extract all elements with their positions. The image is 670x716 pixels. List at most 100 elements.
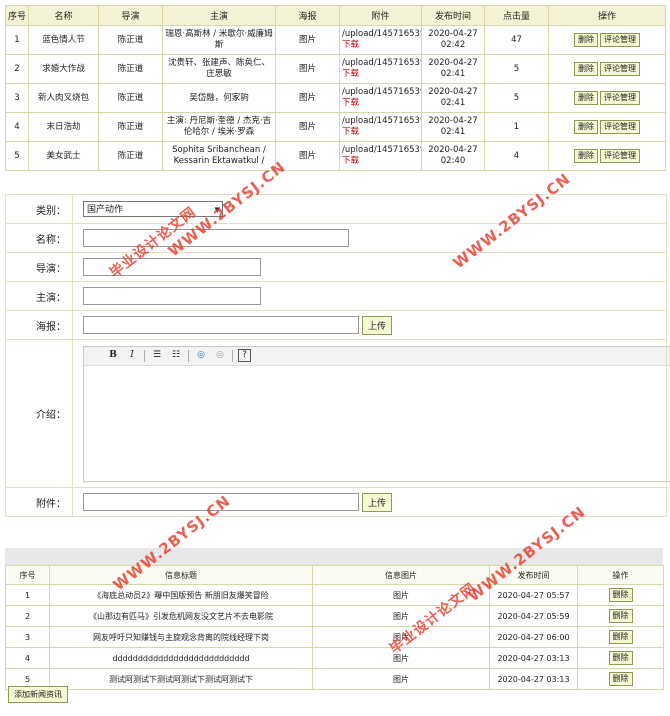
attachment-input[interactable] <box>83 493 359 511</box>
cell-id: 2 <box>5 54 29 84</box>
unordered-list-icon[interactable]: ☷ <box>169 349 183 362</box>
cell-name: 美女武士 <box>28 141 99 171</box>
cell-poster: 图片 <box>275 54 340 84</box>
delete-button[interactable]: 删除 <box>608 630 633 644</box>
comment-manage-button[interactable]: 评论管理 <box>600 33 640 47</box>
file-path: /upload/1457165393367.mp4 <box>342 29 421 39</box>
download-link[interactable]: 下载 <box>342 98 359 108</box>
add-news-button[interactable]: 添加新闻资讯 <box>8 686 68 703</box>
poster-input[interactable] <box>83 316 359 334</box>
col-header: 点击量 <box>484 5 549 26</box>
cell-cast: 瑞恩·高斯林 / 米歇尔·威廉姆斯 <box>162 25 276 55</box>
cell-id: 3 <box>5 626 50 648</box>
attachment-upload-button[interactable]: 上传 <box>362 492 393 512</box>
ordered-list-icon[interactable]: ☰ <box>150 349 164 362</box>
cell-id: 5 <box>5 141 29 171</box>
comment-manage-button[interactable]: 评论管理 <box>600 91 640 105</box>
cast-input[interactable] <box>83 287 261 305</box>
table-row: 5 美女武士 陈正道 Sophita Sribanchean / Kessari… <box>5 141 666 171</box>
col-header: 主演 <box>162 5 276 26</box>
cell-name: 末日浩劫 <box>28 112 99 142</box>
cell-id: 2 <box>5 605 50 627</box>
bold-icon[interactable]: B <box>106 349 120 362</box>
intro-editor[interactable]: B I ☰ ☷ ◎ ◎ ? <box>83 345 670 482</box>
cell-name: 蓝色情人节 <box>28 25 99 55</box>
form-row-category: 类别： 国产动作 ▼ <box>5 194 667 224</box>
cell-actions: 删除 评论管理 <box>548 25 666 55</box>
download-link[interactable]: 下载 <box>342 69 359 79</box>
cell-image: 图片 <box>312 584 490 606</box>
toolbar-divider <box>144 349 145 362</box>
italic-icon[interactable]: I <box>125 349 139 362</box>
news-table: 序号 信息标题 信息图片 发布时间 操作 1 《海底总动员2》曝中国版预告 新朋… <box>5 565 664 690</box>
link-icon[interactable]: ◎ <box>194 349 208 362</box>
delete-button[interactable]: 删除 <box>608 651 633 665</box>
download-link[interactable]: 下载 <box>342 40 359 50</box>
news-header-bar <box>5 548 663 565</box>
cell-actions: 删除 <box>577 668 664 690</box>
cell-actions: 删除 <box>577 647 664 669</box>
cell-date: 2020-04-27 06:00 <box>489 626 578 648</box>
director-input[interactable] <box>83 258 261 276</box>
col-header: 操作 <box>577 565 664 585</box>
comment-manage-button[interactable]: 评论管理 <box>600 120 640 134</box>
delete-button[interactable]: 删除 <box>574 120 598 134</box>
form-row-poster: 海报： 上传 <box>5 310 667 340</box>
cell-clicks: 47 <box>484 25 549 55</box>
cell-date: 2020-04-27 02:41 <box>421 112 485 142</box>
cell-id: 3 <box>5 83 29 113</box>
cell-image: 图片 <box>312 626 490 648</box>
comment-manage-button[interactable]: 评论管理 <box>600 62 640 76</box>
delete-button[interactable]: 删除 <box>574 91 598 105</box>
delete-button[interactable]: 删除 <box>608 609 633 623</box>
delete-button[interactable]: 删除 <box>608 672 633 686</box>
cell-date: 2020-04-27 02:41 <box>421 54 485 84</box>
table-row: 4 末日浩劫 陈正道 主演: 丹尼斯·奎德 / 杰克·吉伦哈尔 / 埃米·罗森 … <box>5 112 666 142</box>
cell-clicks: 4 <box>484 141 549 171</box>
cell-actions: 删除 评论管理 <box>548 54 666 84</box>
table-row: 5 测试阿测试下测试阿测试下测试阿测试下 图片 2020-04-27 03:13… <box>5 668 664 690</box>
cell-poster: 图片 <box>275 25 340 55</box>
form-row-cast: 主演： <box>5 281 667 311</box>
table-row: 2 《山那边有匹马》引发危机网友没文艺片不去电影院 图片 2020-04-27 … <box>5 605 664 627</box>
col-header: 名称 <box>28 5 99 26</box>
cell-clicks: 5 <box>484 54 549 84</box>
comment-manage-button[interactable]: 评论管理 <box>600 149 640 163</box>
chevron-down-icon: ▼ <box>214 206 220 214</box>
cell-date: 2020-04-27 03:13 <box>489 668 578 690</box>
cell-date: 2020-04-27 05:59 <box>489 605 578 627</box>
cell-director: 陈正道 <box>98 141 163 171</box>
download-link[interactable]: 下载 <box>342 156 359 166</box>
cell-clicks: 1 <box>484 112 549 142</box>
col-header: 海报 <box>275 5 340 26</box>
help-icon[interactable]: ? <box>238 349 251 362</box>
form-row-name: 名称： <box>5 223 667 253</box>
cell-file: /upload/1457165393367.mp4 下载 <box>339 25 422 55</box>
delete-button[interactable]: 删除 <box>574 33 598 47</box>
cell-file: /upload/1457165393367.mp4 下载 <box>339 112 422 142</box>
cell-director: 陈正道 <box>98 25 163 55</box>
delete-button[interactable]: 删除 <box>574 62 598 76</box>
news-section: 序号 信息标题 信息图片 发布时间 操作 1 《海底总动员2》曝中国版预告 新朋… <box>5 548 664 690</box>
download-link[interactable]: 下载 <box>342 127 359 137</box>
cell-actions: 删除 <box>577 605 664 627</box>
toolbar-divider <box>188 349 189 362</box>
cell-director: 陈正道 <box>98 83 163 113</box>
cell-cast: 主演: 丹尼斯·奎德 / 杰克·吉伦哈尔 / 埃米·罗森 <box>162 112 276 142</box>
poster-upload-button[interactable]: 上传 <box>362 315 393 335</box>
name-input[interactable] <box>83 229 349 247</box>
cell-actions: 删除 <box>577 584 664 606</box>
cell-director: 陈正道 <box>98 112 163 142</box>
delete-button[interactable]: 删除 <box>608 588 633 602</box>
cell-poster: 图片 <box>275 141 340 171</box>
cast-cell <box>72 281 667 311</box>
intro-label: 介绍： <box>5 339 73 488</box>
cell-date: 2020-04-27 02:40 <box>421 141 485 171</box>
cell-cast: Sophita Sribanchean / Kessarin Ektawatku… <box>162 141 276 171</box>
poster-label: 海报： <box>5 310 73 340</box>
unlink-icon[interactable]: ◎ <box>213 349 227 362</box>
category-select[interactable]: 国产动作 ▼ <box>83 201 223 217</box>
delete-button[interactable]: 删除 <box>574 149 598 163</box>
cell-date: 2020-04-27 02:41 <box>421 83 485 113</box>
file-path: /upload/1457165393367.mp4 <box>342 145 421 155</box>
